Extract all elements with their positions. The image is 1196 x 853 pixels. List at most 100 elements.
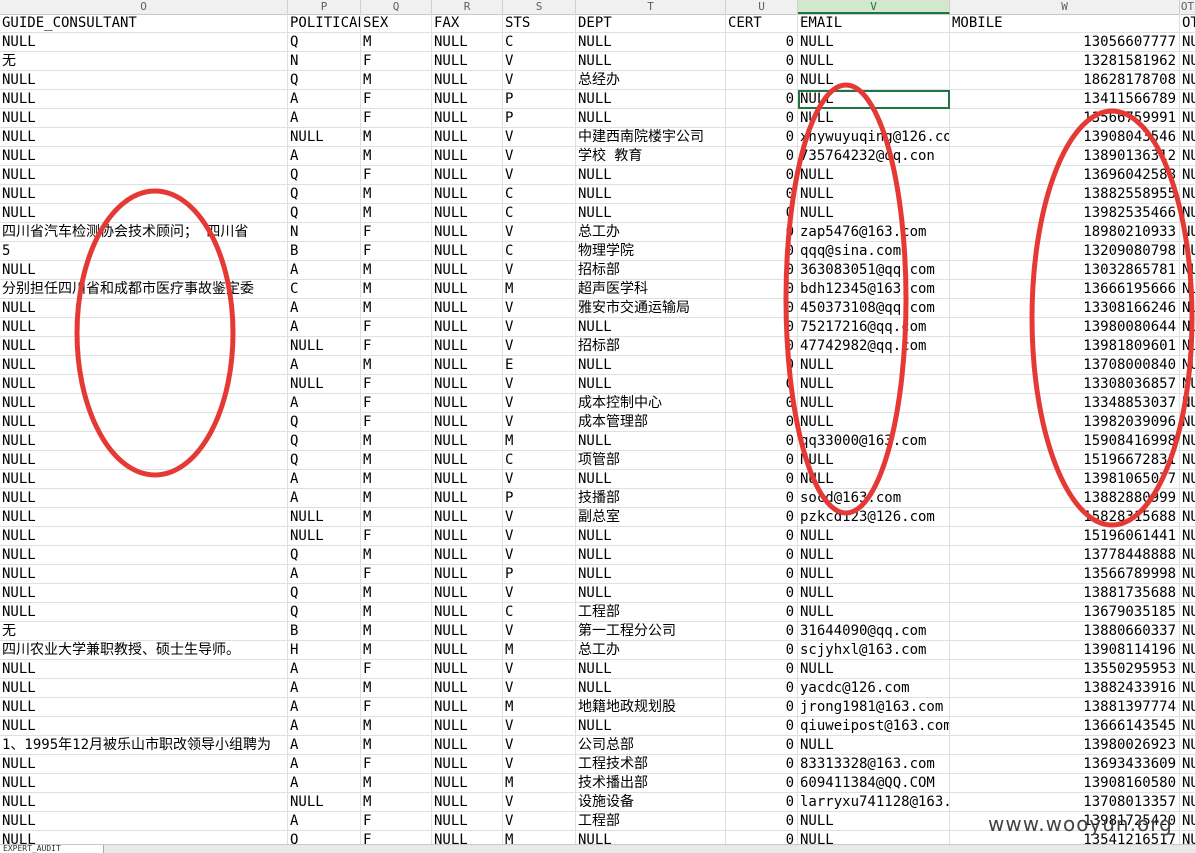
table-cell[interactable]: F bbox=[361, 109, 432, 128]
table-cell[interactable]: B bbox=[288, 242, 361, 261]
table-cell[interactable]: M bbox=[361, 147, 432, 166]
table-cell[interactable]: NULL bbox=[798, 603, 950, 622]
table-cell[interactable]: NULL bbox=[576, 204, 726, 223]
table-cell[interactable]: NULL bbox=[576, 375, 726, 394]
table-cell[interactable]: F bbox=[361, 527, 432, 546]
table-cell[interactable]: V bbox=[503, 147, 576, 166]
column-header-w[interactable]: W bbox=[950, 0, 1180, 14]
column-header-p[interactable]: P bbox=[288, 0, 361, 14]
table-cell[interactable]: NULL bbox=[798, 394, 950, 413]
table-cell[interactable]: NULL bbox=[432, 584, 503, 603]
table-cell[interactable]: V bbox=[503, 812, 576, 831]
header-cell[interactable]: OT bbox=[1180, 14, 1196, 33]
table-cell[interactable]: 四川农业大学兼职教授、硕士生导师。 bbox=[0, 641, 288, 660]
table-cell[interactable]: V bbox=[503, 71, 576, 90]
table-cell[interactable]: NULL bbox=[798, 71, 950, 90]
table-cell[interactable]: 0 bbox=[726, 413, 798, 432]
table-cell[interactable]: C bbox=[503, 185, 576, 204]
table-cell[interactable]: NULL bbox=[432, 318, 503, 337]
table-cell[interactable]: 0 bbox=[726, 774, 798, 793]
table-cell[interactable]: NULL bbox=[798, 527, 950, 546]
table-cell[interactable]: M bbox=[361, 185, 432, 204]
table-cell[interactable]: V bbox=[503, 736, 576, 755]
table-cell[interactable]: M bbox=[361, 774, 432, 793]
table-cell[interactable]: NULL bbox=[432, 337, 503, 356]
table-cell[interactable]: NU bbox=[1180, 489, 1196, 508]
table-cell[interactable]: A bbox=[288, 394, 361, 413]
table-cell[interactable]: NU bbox=[1180, 71, 1196, 90]
table-cell[interactable]: 无 bbox=[0, 52, 288, 71]
table-cell[interactable]: NULL bbox=[0, 90, 288, 109]
table-cell[interactable]: NULL bbox=[432, 375, 503, 394]
table-cell[interactable]: NULL bbox=[0, 565, 288, 584]
table-cell[interactable]: 13981809601 bbox=[950, 337, 1180, 356]
table-cell[interactable]: 物理学院 bbox=[576, 242, 726, 261]
table-cell[interactable]: NULL bbox=[576, 52, 726, 71]
table-cell[interactable]: 工程部 bbox=[576, 812, 726, 831]
table-cell[interactable]: 总工办 bbox=[576, 641, 726, 660]
table-cell[interactable]: 13056607777 bbox=[950, 33, 1180, 52]
table-cell[interactable]: 0 bbox=[726, 508, 798, 527]
table-cell[interactable]: Q bbox=[288, 166, 361, 185]
table-cell[interactable]: NU bbox=[1180, 527, 1196, 546]
table-cell[interactable]: 招标部 bbox=[576, 337, 726, 356]
table-cell[interactable]: F bbox=[361, 166, 432, 185]
table-cell[interactable]: V bbox=[503, 527, 576, 546]
table-cell[interactable]: 技播部 bbox=[576, 489, 726, 508]
table-cell[interactable]: NULL bbox=[576, 584, 726, 603]
table-cell[interactable]: NULL bbox=[798, 451, 950, 470]
table-cell[interactable]: 地籍地政规划股 bbox=[576, 698, 726, 717]
table-cell[interactable]: M bbox=[361, 356, 432, 375]
table-cell[interactable]: 13308166246 bbox=[950, 299, 1180, 318]
table-cell[interactable]: Q bbox=[288, 71, 361, 90]
table-cell[interactable]: 13566789998 bbox=[950, 565, 1180, 584]
table-cell[interactable]: 0 bbox=[726, 375, 798, 394]
table-cell[interactable]: NULL bbox=[798, 166, 950, 185]
table-cell[interactable]: A bbox=[288, 679, 361, 698]
table-cell[interactable]: NULL bbox=[0, 793, 288, 812]
table-cell[interactable]: 0 bbox=[726, 527, 798, 546]
table-cell[interactable]: 成本控制中心 bbox=[576, 394, 726, 413]
table-cell[interactable]: NULL bbox=[576, 546, 726, 565]
table-cell[interactable]: 15828315688 bbox=[950, 508, 1180, 527]
table-cell[interactable]: NULL bbox=[288, 793, 361, 812]
table-cell[interactable]: 四川省汽车检测协会技术顾问； 四川省 bbox=[0, 223, 288, 242]
table-cell[interactable]: NU bbox=[1180, 622, 1196, 641]
table-cell[interactable]: NULL bbox=[432, 356, 503, 375]
table-cell[interactable]: NULL bbox=[432, 622, 503, 641]
table-cell[interactable]: 无 bbox=[0, 622, 288, 641]
table-cell[interactable]: 副总室 bbox=[576, 508, 726, 527]
table-cell[interactable]: N bbox=[288, 223, 361, 242]
table-cell[interactable]: C bbox=[288, 280, 361, 299]
table-cell[interactable]: NULL bbox=[798, 812, 950, 831]
table-cell[interactable]: NULL bbox=[0, 204, 288, 223]
table-cell[interactable]: M bbox=[361, 489, 432, 508]
table-cell[interactable]: NULL bbox=[0, 185, 288, 204]
table-cell[interactable]: NULL bbox=[798, 736, 950, 755]
table-cell[interactable]: NU bbox=[1180, 147, 1196, 166]
table-cell[interactable]: NULL bbox=[0, 508, 288, 527]
table-cell[interactable]: M bbox=[361, 546, 432, 565]
table-cell[interactable]: NULL bbox=[432, 33, 503, 52]
table-cell[interactable]: 0 bbox=[726, 242, 798, 261]
table-cell[interactable]: NULL bbox=[576, 318, 726, 337]
table-cell[interactable]: F bbox=[361, 812, 432, 831]
table-cell[interactable]: F bbox=[361, 318, 432, 337]
table-cell[interactable]: NULL bbox=[432, 185, 503, 204]
table-cell[interactable]: NULL bbox=[798, 413, 950, 432]
table-cell[interactable]: 450373108@qq.com bbox=[798, 299, 950, 318]
table-cell[interactable]: NULL bbox=[432, 223, 503, 242]
table-cell[interactable]: V bbox=[503, 52, 576, 71]
table-cell[interactable]: A bbox=[288, 660, 361, 679]
table-cell[interactable]: 13980026923 bbox=[950, 736, 1180, 755]
table-cell[interactable]: qqq@sina.com bbox=[798, 242, 950, 261]
table-cell[interactable]: NULL bbox=[432, 698, 503, 717]
table-cell[interactable]: NULL bbox=[432, 299, 503, 318]
table-cell[interactable]: M bbox=[361, 451, 432, 470]
table-cell[interactable]: NULL bbox=[798, 52, 950, 71]
table-cell[interactable]: F bbox=[361, 698, 432, 717]
table-cell[interactable]: NU bbox=[1180, 508, 1196, 527]
table-cell[interactable]: Q bbox=[288, 603, 361, 622]
table-cell[interactable]: NULL bbox=[0, 717, 288, 736]
table-cell[interactable]: P bbox=[503, 90, 576, 109]
